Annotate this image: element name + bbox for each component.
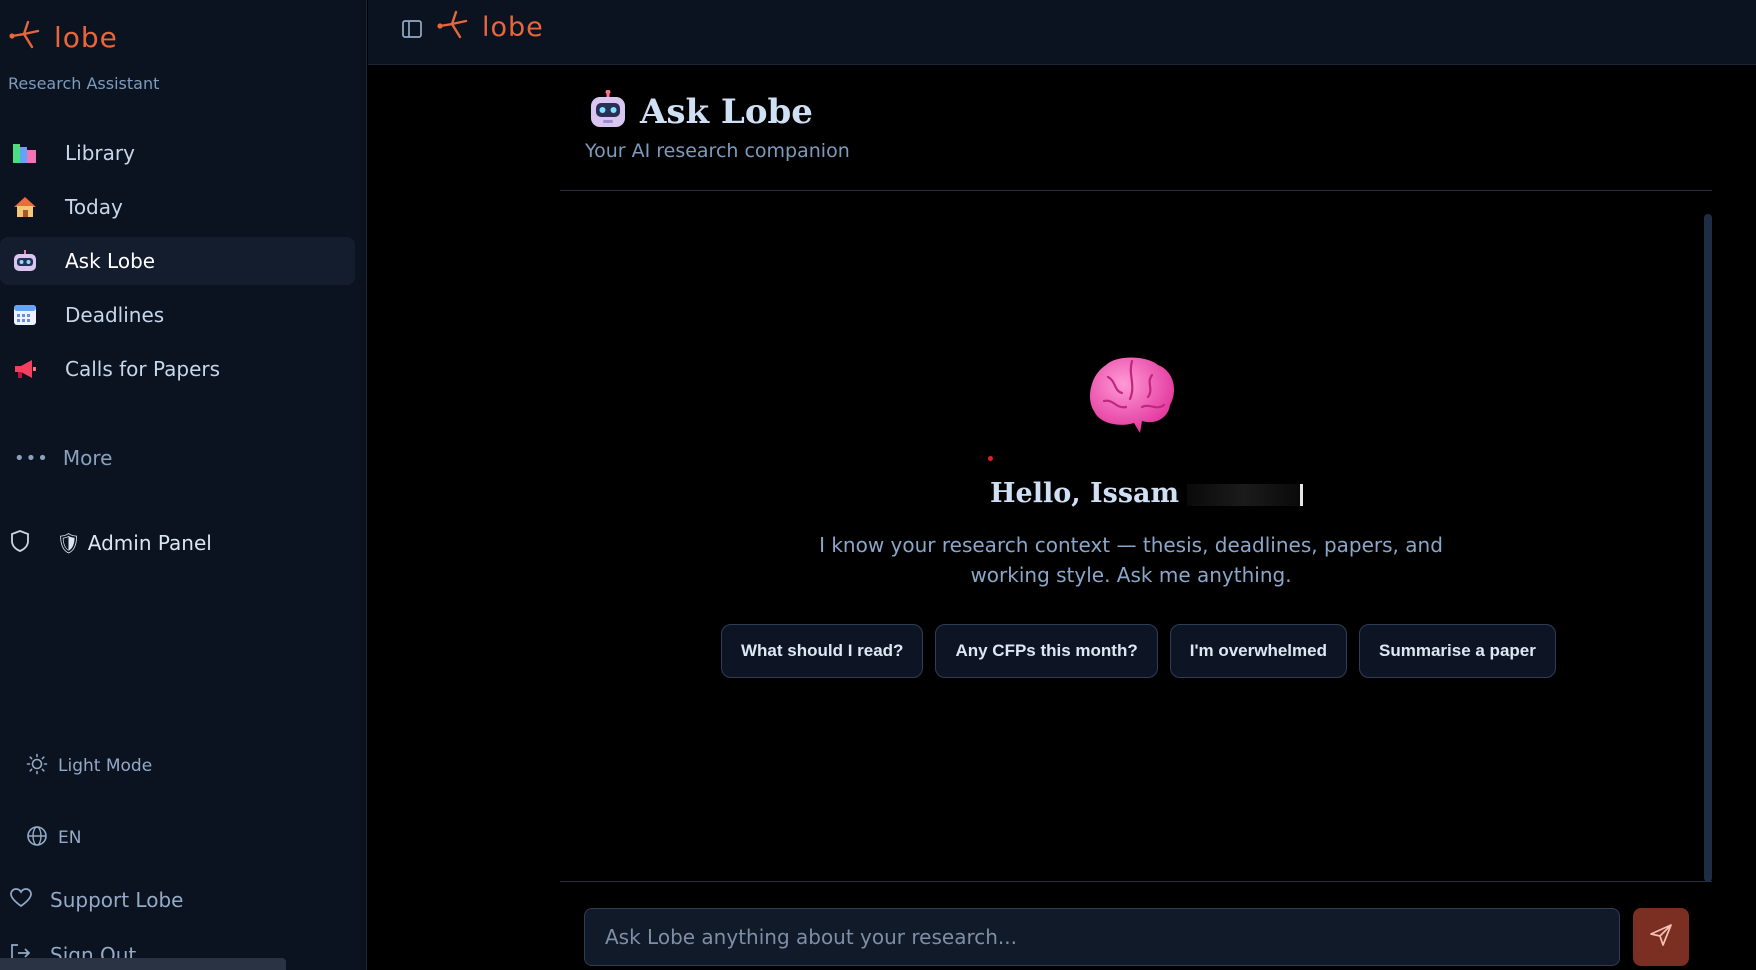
more-label: More — [62, 446, 113, 470]
light-mode-toggle[interactable]: Light Mode — [26, 753, 152, 779]
suggestion-chip[interactable]: I'm overwhelmed — [1169, 624, 1347, 678]
sidebar-nav: Library Today Ask Lobe Deadlines Calls f… — [0, 129, 355, 399]
page-title: Ask Lobe — [640, 92, 813, 132]
sun-icon — [26, 753, 48, 779]
sidebar-item-library[interactable]: Library — [0, 129, 355, 177]
sidebar-item-label: Deadlines — [65, 303, 165, 327]
robot-icon — [12, 248, 38, 274]
topbar-brand-name: lobe — [482, 11, 544, 43]
calendar-icon — [12, 302, 38, 328]
chat-scrollbar[interactable] — [1704, 214, 1712, 882]
house-icon — [12, 194, 38, 220]
robot-icon — [588, 89, 628, 134]
admin-panel-label: 🛡 Admin Panel — [56, 531, 212, 555]
greeting-text: Hello, Issam — [990, 478, 1180, 509]
brain-icon — [1086, 355, 1178, 441]
shield-icon — [10, 530, 30, 556]
lobe-logo-icon — [436, 10, 470, 44]
send-icon — [1649, 923, 1673, 951]
suggestion-chips: What should I read? Any CFPs this month?… — [721, 624, 1556, 678]
greeting: Hello, Issam — [990, 478, 1304, 509]
chat-input[interactable] — [605, 925, 1619, 949]
light-mode-label: Light Mode — [58, 756, 153, 776]
admin-panel-link[interactable]: 🛡 Admin Panel — [10, 530, 212, 556]
support-lobe-link[interactable]: Support Lobe — [10, 888, 183, 912]
ellipsis-icon: ••• — [14, 447, 49, 469]
globe-icon — [26, 825, 48, 851]
sidebar-item-ask-lobe[interactable]: Ask Lobe — [0, 237, 355, 285]
sidebar: lobe Research Assistant Library Today As… — [0, 0, 367, 970]
divider — [560, 190, 1712, 191]
send-button[interactable] — [1633, 908, 1689, 966]
sidebar-item-deadlines[interactable]: Deadlines — [0, 291, 355, 339]
brand-name: lobe — [54, 20, 118, 54]
megaphone-icon — [12, 356, 38, 382]
books-icon — [12, 140, 38, 166]
suggestion-chip[interactable]: Any CFPs this month? — [935, 624, 1158, 678]
more-button[interactable]: ••• More — [14, 446, 112, 470]
suggestion-chip[interactable]: Summarise a paper — [1359, 624, 1556, 678]
redacted-name — [1187, 483, 1304, 506]
chat-input-wrapper — [584, 908, 1620, 966]
sidebar-toggle-icon[interactable] — [401, 18, 423, 44]
heart-icon — [10, 888, 32, 912]
page-header: Ask Lobe — [588, 89, 813, 134]
status-url-strip — [0, 958, 286, 970]
top-bar: lobe — [368, 0, 1756, 65]
topbar-brand[interactable]: lobe — [436, 10, 544, 44]
sidebar-item-label: Library — [65, 141, 135, 165]
language-selector[interactable]: EN — [26, 825, 81, 851]
sidebar-item-today[interactable]: Today — [0, 183, 355, 231]
support-label: Support Lobe — [50, 888, 184, 912]
app-subtitle: Research Assistant — [8, 74, 160, 93]
indicator-dot — [988, 456, 993, 461]
language-label: EN — [58, 828, 82, 848]
lobe-logo-icon — [8, 20, 42, 54]
intro-text: I know your research context — thesis, d… — [819, 533, 1443, 587]
sidebar-item-label: Calls for Papers — [65, 357, 221, 381]
sidebar-item-calls-for-papers[interactable]: Calls for Papers — [0, 345, 355, 393]
page-subtitle: Your AI research companion — [585, 140, 850, 162]
sidebar-brand[interactable]: lobe — [8, 20, 118, 54]
sidebar-item-label: Ask Lobe — [65, 249, 156, 273]
suggestion-chip[interactable]: What should I read? — [721, 624, 924, 678]
sidebar-item-label: Today — [65, 195, 123, 219]
